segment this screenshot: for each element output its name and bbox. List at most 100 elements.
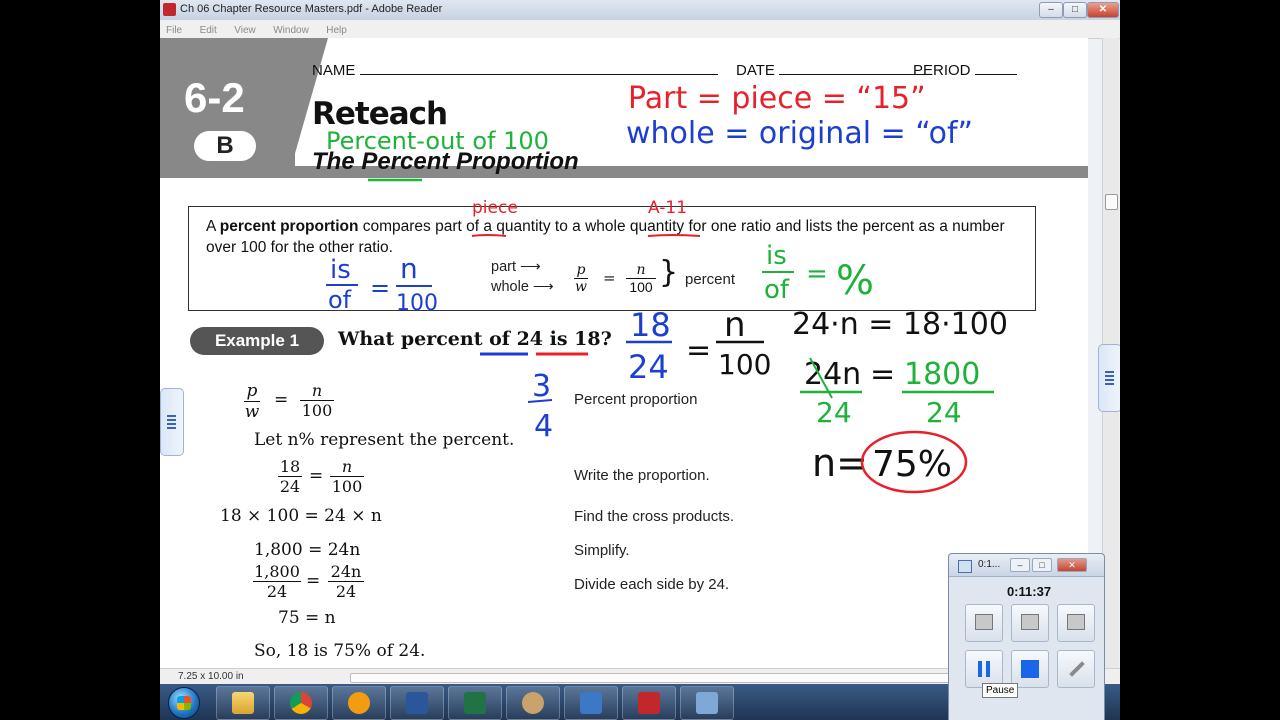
- grip-icon: [1105, 371, 1114, 385]
- close-button[interactable]: ✕: [1087, 2, 1119, 18]
- name-label: NAME: [312, 62, 356, 79]
- example-question: What percent of 24 is 18?: [338, 328, 612, 350]
- taskbar-word[interactable]: [390, 686, 444, 720]
- period-label: PERIOD: [913, 62, 971, 79]
- eq5-1800: 1,800: [253, 562, 301, 582]
- recorder-minimize-button[interactable]: –: [1010, 558, 1030, 572]
- ink-whole-original: whole = original = “of”: [626, 116, 973, 151]
- adobe-reader-icon: [163, 3, 176, 16]
- taskbar-excel[interactable]: [448, 686, 502, 720]
- start-button[interactable]: [168, 687, 200, 719]
- ink-green-24-left: 24: [816, 396, 852, 429]
- eq1-p: p: [244, 381, 260, 402]
- wrench-icon: [1069, 661, 1085, 677]
- eq2-18: 18: [278, 457, 302, 477]
- screen-icon: [975, 614, 993, 630]
- let-statement: Let n% represent the percent.: [254, 430, 515, 450]
- window-title: Ch 06 Chapter Resource Masters.pdf - Ado…: [180, 3, 443, 15]
- rec-settings-button[interactable]: [1057, 650, 1095, 688]
- ink-75-percent: 75%: [872, 444, 952, 485]
- recorder-maximize-button[interactable]: □: [1032, 558, 1052, 572]
- taskbar-screen-app[interactable]: [564, 686, 618, 720]
- ink-cancel-slash: [809, 357, 833, 399]
- pdf-icon: [638, 692, 660, 714]
- grip-icon: [167, 415, 176, 429]
- eq-simplified: 1,800 = 24n: [254, 540, 361, 560]
- recorder-window-icon: [958, 560, 972, 573]
- eq5-left-fraction: 1,800 24: [253, 562, 301, 601]
- fraction-p-over-w: pw: [574, 262, 588, 295]
- date-blank: [779, 60, 930, 75]
- definition-equals: =: [603, 269, 616, 287]
- definition-brace: }: [659, 255, 679, 290]
- ink-bar-3-4: [527, 399, 553, 403]
- eq5-right-fraction: 24n 24: [328, 562, 364, 601]
- example-q-end: ?: [600, 328, 612, 350]
- eq5-24n: 24n: [328, 562, 364, 582]
- def-pre: A: [206, 218, 220, 235]
- page-size-label: 7.25 x 10.00 in: [178, 671, 244, 682]
- example-q-pre: What percent: [338, 328, 490, 350]
- frac-p: p: [574, 262, 588, 279]
- rec-capture-region-button[interactable]: [1057, 604, 1095, 642]
- minimize-button[interactable]: –: [1039, 2, 1063, 18]
- window-icon: [1021, 614, 1039, 630]
- title-bar[interactable]: Ch 06 Chapter Resource Masters.pdf - Ado…: [160, 0, 1120, 21]
- recorder-title-bar[interactable]: 0:1... – □ ✕: [949, 554, 1104, 577]
- taskbar-recorder[interactable]: [680, 686, 734, 720]
- eq2-n: n: [330, 457, 364, 477]
- screen-recorder-panel: 0:1... – □ ✕ 0:11:37: [948, 553, 1105, 720]
- name-blank: [359, 60, 718, 75]
- eq1-100: 100: [301, 401, 333, 420]
- lesson-number: 6-2: [184, 74, 245, 121]
- taskbar-explorer[interactable]: [216, 686, 270, 720]
- part-arrow-label: part ⟶: [491, 259, 541, 275]
- taskbar-media[interactable]: [332, 686, 386, 720]
- ink-black-100: 100: [718, 348, 771, 381]
- ink-24n: 24n: [804, 357, 861, 392]
- recorder-icon: [696, 692, 718, 714]
- recorder-close-button[interactable]: ✕: [1057, 558, 1087, 572]
- taskbar-chrome[interactable]: [274, 686, 328, 720]
- region-icon: [1067, 614, 1085, 630]
- scrollbar-thumb[interactable]: [1105, 194, 1118, 210]
- step-divide: Divide each side by 24.: [574, 576, 730, 593]
- right-panel-tab[interactable]: [1098, 344, 1120, 412]
- ink-24: 24: [628, 348, 669, 386]
- eq2-100: 100: [331, 477, 363, 496]
- step-simplify: Simplify.: [574, 542, 630, 559]
- eq5-24b: 24: [335, 582, 357, 601]
- fraction-n-over-100: n 100: [626, 262, 656, 295]
- pause-icon-bar: [986, 661, 990, 677]
- taskbar-adobe-reader[interactable]: [622, 686, 676, 720]
- date-label: DATE: [736, 62, 775, 79]
- eq-cross-products: 18 × 100 = 24 × n: [220, 506, 382, 526]
- screen-capture-icon: [580, 692, 602, 714]
- percent-label: percent: [685, 271, 736, 288]
- eq1-w: w: [244, 402, 260, 422]
- maximize-button[interactable]: □: [1063, 2, 1087, 18]
- ink-cross-products: 24·n = 18·100: [792, 307, 1008, 342]
- eq2-equals: =: [309, 466, 324, 486]
- eq1-equals: =: [274, 390, 289, 410]
- ink-black-n: n: [724, 305, 746, 345]
- def-term: percent proportion: [219, 218, 359, 235]
- taskbar-paint[interactable]: [506, 686, 560, 720]
- eq2-right-fraction: n 100: [330, 457, 364, 496]
- eq5-equals: =: [306, 571, 321, 591]
- ink-circle-answer: [860, 430, 968, 494]
- rec-capture-window-button[interactable]: [1011, 604, 1049, 642]
- def-whole: whole: [585, 218, 626, 235]
- horizontal-scrollbar[interactable]: [350, 673, 952, 683]
- eq1-left-fraction: pw: [244, 381, 260, 422]
- rec-capture-screen-button[interactable]: [965, 604, 1003, 642]
- menu-bar: File Edit View Window Help: [160, 20, 1120, 39]
- frac-n: n: [626, 262, 656, 279]
- example-q-is: is 18: [549, 328, 601, 350]
- media-player-icon: [348, 692, 370, 714]
- left-panel-tab[interactable]: [160, 388, 184, 456]
- folder-icon: [232, 692, 254, 714]
- frac-w: w: [575, 279, 587, 295]
- def-mid2: of a quantity to a: [461, 218, 586, 235]
- paint-icon: [522, 692, 544, 714]
